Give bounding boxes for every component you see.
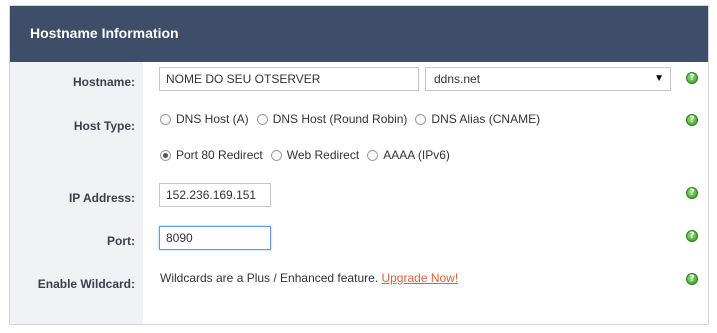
host-type-radios-row1: DNS Host (A) DNS Host (Round Robin) DNS … <box>160 112 548 126</box>
help-icon[interactable]: ? <box>686 114 698 126</box>
hostname-input[interactable]: NOME DO SEU OTSERVER <box>159 67 419 91</box>
radio-label: AAAA (IPv6) <box>383 148 450 162</box>
panel-title: Hostname Information <box>30 25 179 41</box>
radio-button[interactable] <box>256 113 268 125</box>
port-input[interactable]: 8090 <box>159 226 271 250</box>
radio-aaaa-ipv6[interactable]: AAAA (IPv6) <box>367 148 450 162</box>
radio-dns-alias-cname[interactable]: DNS Alias (CNAME) <box>415 112 540 126</box>
radio-dns-host-a[interactable]: DNS Host (A) <box>160 112 249 126</box>
hostname-label: Hostname: <box>72 75 135 89</box>
wildcard-text: Wildcards are a Plus / Enhanced feature. <box>160 271 379 285</box>
radio-button[interactable] <box>415 113 427 125</box>
radio-label: DNS Host (Round Robin) <box>272 112 408 126</box>
host-type-radios-row2: Port 80 Redirect Web Redirect AAAA (IPv6… <box>160 148 458 162</box>
enable-wildcard-label: Enable Wildcard: <box>37 277 135 291</box>
host-type-label: Host Type: <box>73 119 135 133</box>
radio-web-redirect[interactable]: Web Redirect <box>270 148 360 162</box>
domain-select-value: ddns.net <box>434 72 481 86</box>
help-icon[interactable]: ? <box>686 187 698 199</box>
help-icon[interactable]: ? <box>686 273 698 285</box>
panel-header: Hostname Information <box>10 6 708 62</box>
radio-label: Web Redirect <box>286 148 360 162</box>
help-icon[interactable]: ? <box>686 72 698 84</box>
chevron-down-icon: ▼ <box>654 73 664 84</box>
radio-label: Port 80 Redirect <box>176 148 263 162</box>
help-icon[interactable]: ? <box>686 230 698 242</box>
ip-address-input[interactable]: 152.236.169.151 <box>159 183 271 207</box>
radio-port-80-redirect[interactable]: Port 80 Redirect <box>160 148 263 162</box>
wildcard-message: Wildcards are a Plus / Enhanced feature.… <box>160 271 458 285</box>
radio-button[interactable] <box>160 113 171 125</box>
radio-label: DNS Alias (CNAME) <box>431 112 541 126</box>
domain-select[interactable]: ddns.net ▼ <box>425 67 671 91</box>
upgrade-now-link[interactable]: Upgrade Now! <box>381 271 458 285</box>
port-label: Port: <box>107 234 135 248</box>
radio-button[interactable] <box>160 149 171 161</box>
radio-label: DNS Host (A) <box>176 112 249 126</box>
hostname-panel: Hostname Information Hostname: NOME DO S… <box>9 5 709 325</box>
ip-address-label: IP Address: <box>68 191 135 205</box>
radio-dns-host-round-robin[interactable]: DNS Host (Round Robin) <box>256 112 408 126</box>
radio-button[interactable] <box>270 149 282 161</box>
radio-button[interactable] <box>367 149 379 161</box>
